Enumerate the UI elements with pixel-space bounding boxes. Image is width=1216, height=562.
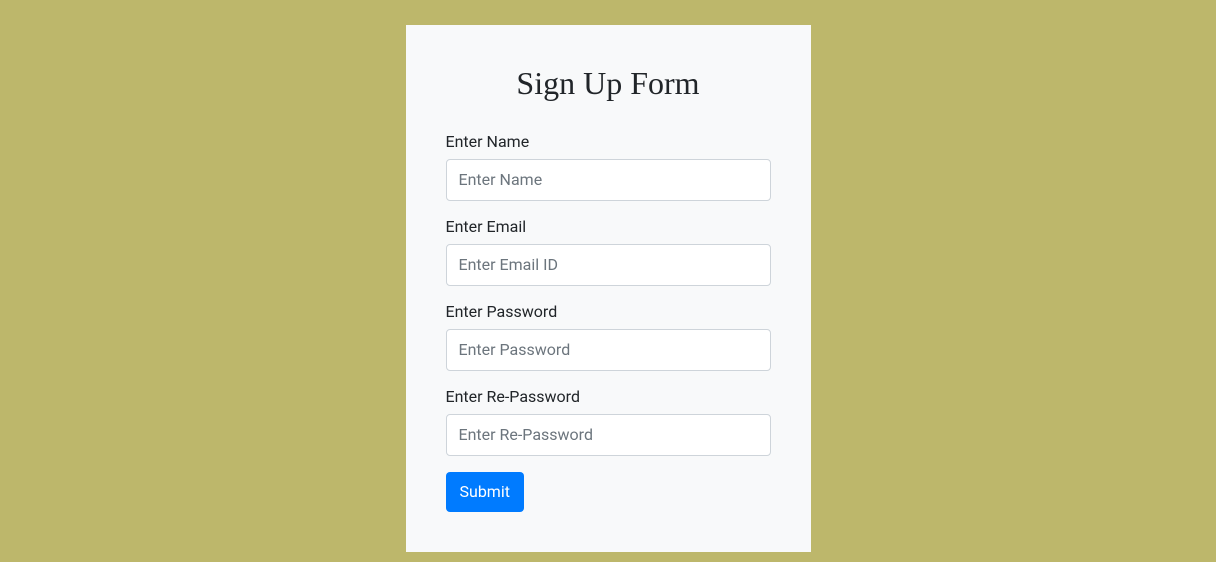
repassword-field-group: Enter Re-Password (446, 387, 771, 456)
name-field-group: Enter Name (446, 132, 771, 201)
password-label: Enter Password (446, 302, 771, 321)
name-input[interactable] (446, 159, 771, 201)
email-field-group: Enter Email (446, 217, 771, 286)
signup-form-card: Sign Up Form Enter Name Enter Email Ente… (406, 25, 811, 552)
repassword-label: Enter Re-Password (446, 387, 771, 406)
password-input[interactable] (446, 329, 771, 371)
name-label: Enter Name (446, 132, 771, 151)
email-label: Enter Email (446, 217, 771, 236)
form-title: Sign Up Form (446, 65, 771, 102)
submit-button[interactable]: Submit (446, 472, 524, 512)
password-field-group: Enter Password (446, 302, 771, 371)
repassword-input[interactable] (446, 414, 771, 456)
email-input[interactable] (446, 244, 771, 286)
